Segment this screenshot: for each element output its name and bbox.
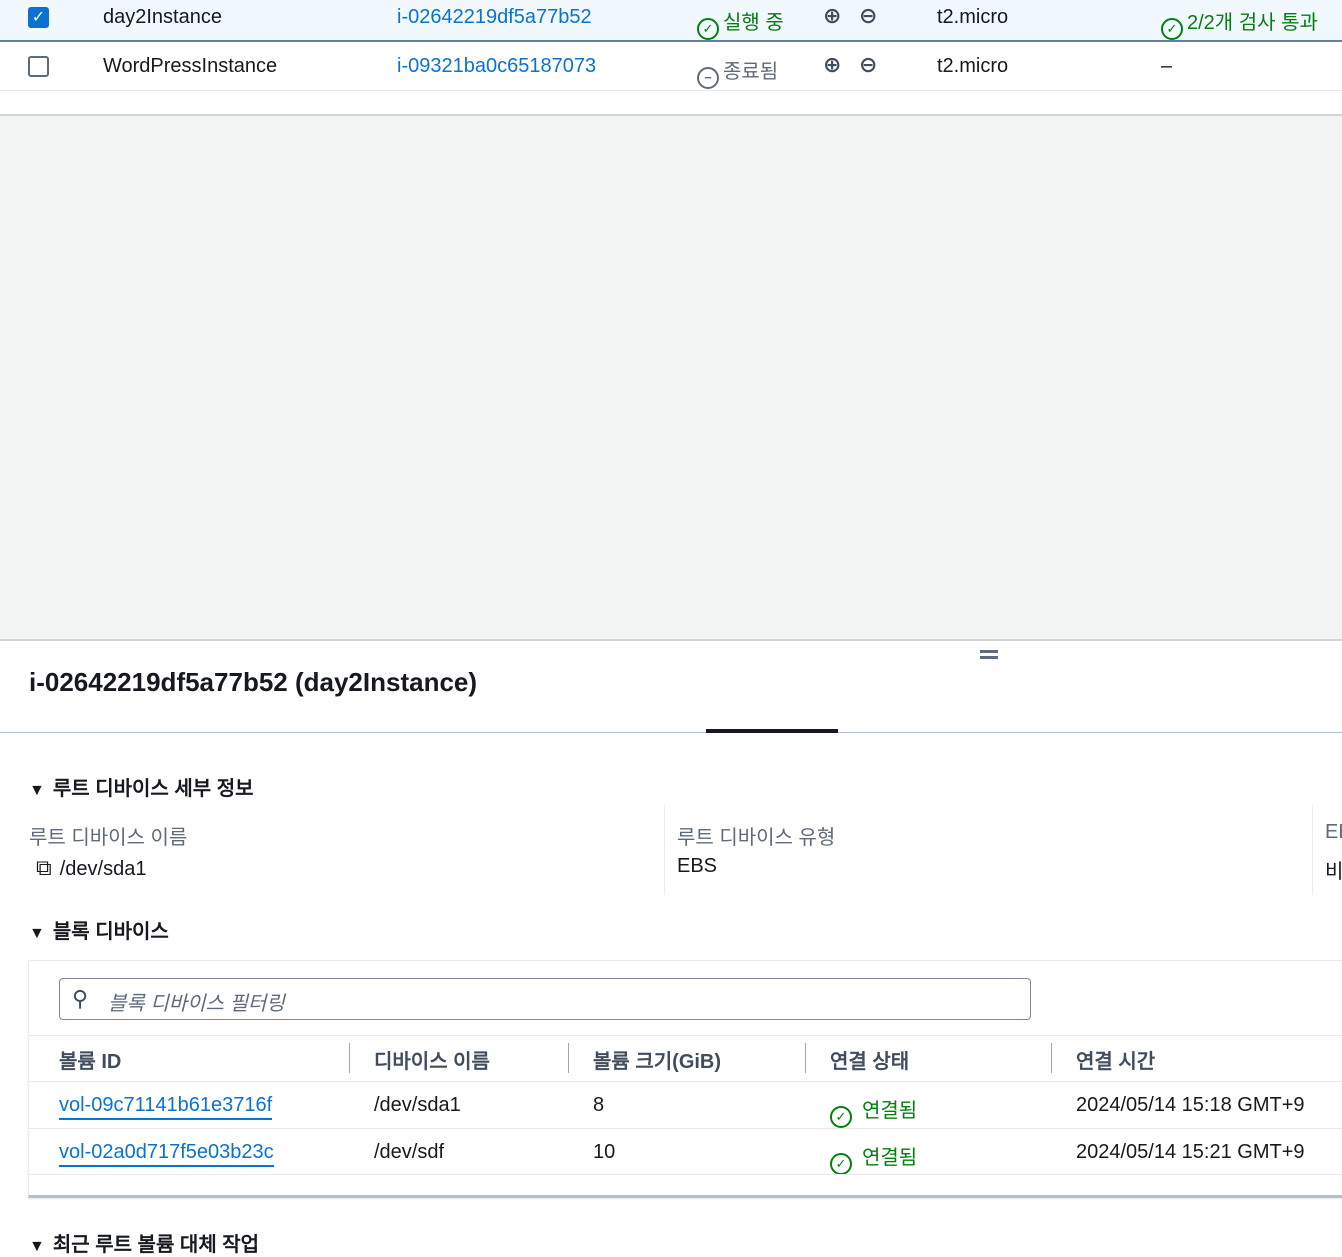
column-header-volume-id[interactable]: 볼륨 ID: [59, 1045, 121, 1074]
zoom-in-icon[interactable]: ⊕: [823, 52, 841, 78]
column-header-volume-size[interactable]: 볼륨 크기(GiB): [593, 1045, 721, 1074]
caret-down-icon: ▼: [29, 1238, 45, 1255]
caret-down-icon: ▼: [29, 782, 45, 799]
volume-size: 10: [593, 1141, 616, 1163]
filter-placeholder: 블록 디바이스 필터링: [108, 993, 285, 1015]
column-header-device-name[interactable]: 디바이스 이름: [374, 1045, 490, 1074]
row-checkbox[interactable]: ✓: [28, 7, 49, 28]
column-resizer[interactable]: [349, 1043, 350, 1073]
divider: [29, 1174, 1342, 1175]
volume-id-link[interactable]: vol-09c71141b61e3716f: [59, 1094, 273, 1120]
column-header-attach-time[interactable]: 연결 시간: [1076, 1045, 1155, 1074]
zoom-out-icon[interactable]: ⊖: [859, 52, 877, 78]
column-resizer[interactable]: [1051, 1043, 1052, 1073]
instance-type: t2.micro: [937, 55, 1009, 77]
column-resizer[interactable]: [805, 1043, 806, 1073]
column-divider: [664, 805, 665, 895]
checks-label: 2/2개 검사 통과: [1187, 12, 1318, 34]
copy-icon[interactable]: ⧉: [36, 855, 52, 880]
instance-state: ✓ 실행 중: [697, 6, 784, 40]
table-row[interactable]: WordPressInstance i-09321ba0c65187073 − 종…: [0, 42, 1342, 91]
root-volume-replace-section-toggle[interactable]: ▼ 최근 루트 볼륨 대체 작업: [29, 1228, 259, 1257]
device-name: /dev/sdf: [374, 1141, 445, 1163]
section-title: 블록 디바이스: [52, 921, 169, 943]
status-checks: –: [1161, 55, 1173, 77]
minus-circle-icon: −: [697, 67, 719, 89]
attach-time: 2024/05/14 15:21 GMT+9: [1076, 1141, 1305, 1163]
instance-name: WordPressInstance: [103, 55, 278, 77]
root-name-value: ⧉ /dev/sda1: [36, 855, 146, 881]
third-value: 비: [1325, 861, 1342, 883]
device-name: /dev/sda1: [374, 1094, 461, 1116]
check-circle-icon: ✓: [830, 1153, 852, 1175]
status-label: 연결됨: [862, 1147, 918, 1169]
instance-state: − 종료됨: [697, 55, 778, 89]
attach-status: ✓ 연결됨: [830, 1141, 917, 1175]
column-divider: [1312, 805, 1313, 895]
third-label: EB: [1325, 821, 1342, 843]
column-header-attach-status[interactable]: 연결 상태: [830, 1045, 909, 1074]
empty-table-area: [0, 114, 1342, 641]
zoom-out-icon[interactable]: ⊖: [859, 3, 877, 29]
volume-size: 8: [593, 1094, 605, 1116]
volume-id-link[interactable]: vol-02a0d717f5e03b23c: [59, 1141, 274, 1167]
table-row[interactable]: ✓ day2Instance i-02642219df5a77b52 ✓ 실행 중…: [0, 0, 1342, 42]
row-checkbox[interactable]: [28, 56, 49, 77]
root-name-text: /dev/sda1: [59, 858, 147, 880]
panel-title: i-02642219df5a77b52 (day2Instance): [29, 667, 478, 697]
root-type-value: EBS: [677, 855, 718, 877]
check-circle-icon: ✓: [697, 18, 719, 40]
status-checks: ✓ 2/2개 검사 통과: [1161, 6, 1318, 40]
instance-type: t2.micro: [937, 6, 1009, 28]
divider: [29, 1128, 1342, 1129]
section-title: 최근 루트 볼륨 대체 작업: [52, 1234, 260, 1256]
check-circle-icon: ✓: [1161, 18, 1183, 40]
divider: [29, 1035, 1342, 1036]
root-device-section-toggle[interactable]: ▼ 루트 디바이스 세부 정보: [29, 772, 254, 801]
zoom-in-icon[interactable]: ⊕: [823, 3, 841, 29]
state-label: 종료됨: [723, 61, 779, 83]
tabs-divider: [0, 732, 1342, 733]
root-type-label: 루트 디바이스 유형: [677, 827, 836, 849]
attach-time: 2024/05/14 15:18 GMT+9: [1076, 1094, 1305, 1116]
caret-down-icon: ▼: [29, 925, 45, 942]
root-name-label: 루트 디바이스 이름: [29, 827, 188, 849]
state-label: 실행 중: [723, 12, 784, 34]
resize-handle-icon[interactable]: [980, 650, 998, 653]
check-circle-icon: ✓: [830, 1106, 852, 1128]
status-label: 연결됨: [862, 1100, 918, 1122]
block-devices-section-toggle[interactable]: ▼ 블록 디바이스: [29, 915, 169, 944]
divider: [29, 1081, 1342, 1082]
section-title: 루트 디바이스 세부 정보: [52, 778, 254, 800]
filter-input[interactable]: ⚲ 블록 디바이스 필터링: [59, 978, 1031, 1020]
instance-id-link[interactable]: i-09321ba0c65187073: [397, 55, 596, 78]
search-icon: ⚲: [72, 986, 89, 1011]
attach-status: ✓ 연결됨: [830, 1094, 917, 1128]
active-tab-indicator[interactable]: [706, 729, 838, 733]
instance-id-link[interactable]: i-02642219df5a77b52: [397, 6, 592, 29]
instance-name: day2Instance: [103, 6, 222, 28]
column-resizer[interactable]: [568, 1043, 569, 1073]
